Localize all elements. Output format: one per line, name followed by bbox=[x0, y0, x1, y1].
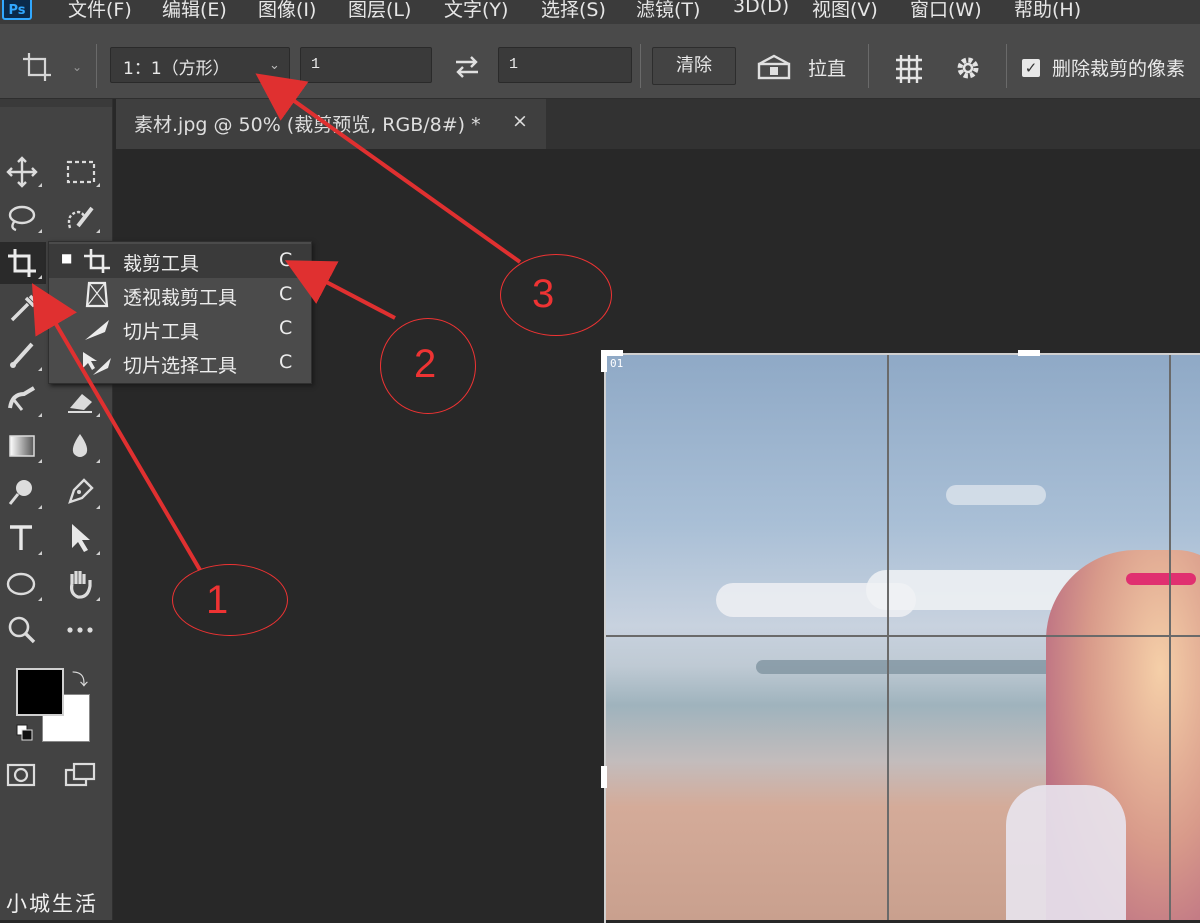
annotation-label-1: 1 bbox=[206, 578, 229, 622]
annotation-label-3: 3 bbox=[532, 272, 555, 316]
annotation-arrows bbox=[31, 73, 522, 572]
annotation-circle-3 bbox=[500, 254, 612, 336]
watermark-caption: 小城生活 bbox=[6, 892, 98, 916]
annotation-arrow-2 bbox=[284, 260, 396, 320]
annotation-circle-1 bbox=[172, 564, 288, 636]
annotation-label-2: 2 bbox=[414, 342, 437, 386]
annotation-arrow-3 bbox=[255, 73, 522, 264]
annotation-arrow-1 bbox=[31, 283, 202, 572]
